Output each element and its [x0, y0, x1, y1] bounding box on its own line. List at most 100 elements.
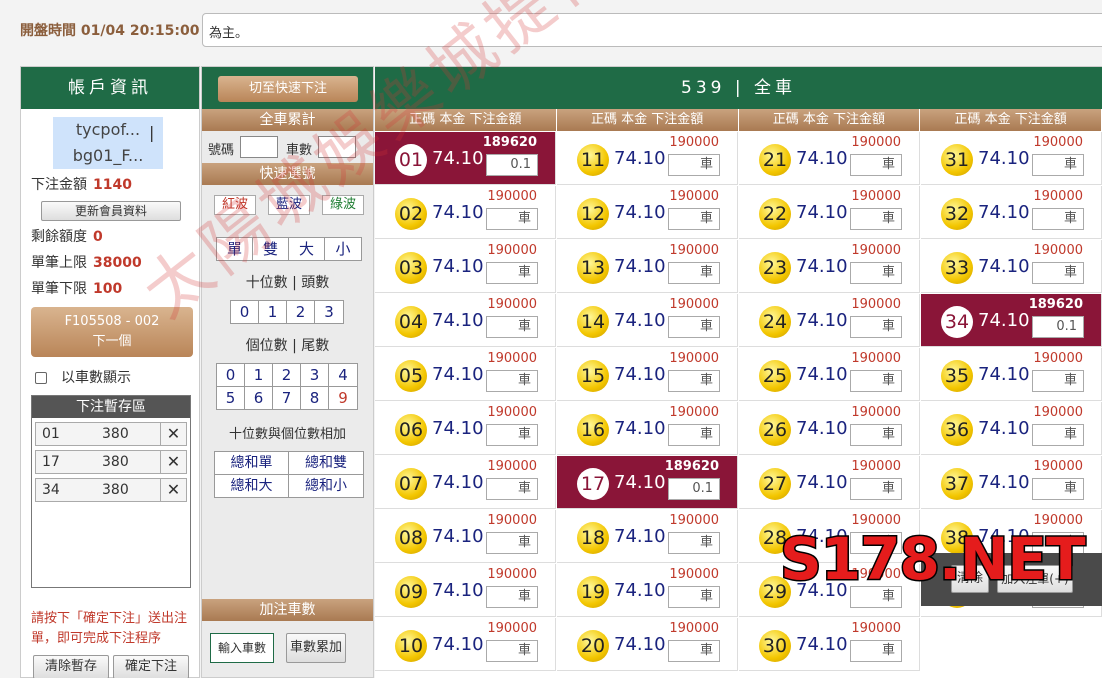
number-ball[interactable]: 18 — [577, 522, 609, 554]
number-ball[interactable]: 12 — [577, 198, 609, 230]
bet-amount-input[interactable]: 車 — [486, 586, 538, 608]
even-button[interactable]: 雙 — [253, 238, 289, 260]
number-cell-10[interactable]: 10 74.10 190000 車 — [375, 618, 556, 671]
number-cell-13[interactable]: 13 74.10 190000 車 — [557, 240, 738, 293]
bet-amount-input[interactable]: 車 — [668, 208, 720, 230]
number-ball[interactable]: 29 — [759, 576, 791, 608]
bet-amount-input[interactable]: 車 — [850, 532, 902, 554]
units-5-button[interactable]: 5 — [217, 387, 245, 409]
number-ball[interactable]: 27 — [759, 468, 791, 500]
bet-amount-input[interactable]: 車 — [1032, 424, 1084, 446]
bet-amount-input[interactable]: 車 — [850, 316, 902, 338]
confirm-bet-button[interactable]: 確定下注 — [113, 655, 189, 678]
bet-amount-input[interactable]: 車 — [850, 424, 902, 446]
remove-staged-bet-icon[interactable]: ✕ — [160, 423, 186, 445]
number-cell-12[interactable]: 12 74.10 190000 車 — [557, 186, 738, 239]
number-cell-29[interactable]: 29 74.10 190000 車 — [739, 564, 920, 617]
bet-amount-input[interactable]: 車 — [850, 262, 902, 284]
number-ball[interactable]: 05 — [395, 360, 427, 392]
number-cell-25[interactable]: 25 74.10 190000 車 — [739, 348, 920, 401]
number-ball[interactable]: 21 — [759, 144, 791, 176]
bet-amount-input[interactable]: 車 — [486, 532, 538, 554]
bet-amount-input[interactable]: 車 — [668, 424, 720, 446]
bet-amount-input[interactable]: 車 — [1032, 370, 1084, 392]
number-cell-06[interactable]: 06 74.10 190000 車 — [375, 402, 556, 455]
update-member-button[interactable]: 更新會員資料 — [41, 201, 181, 221]
bet-amount-input[interactable]: 車 — [486, 424, 538, 446]
units-7-button[interactable]: 7 — [273, 387, 301, 409]
number-cell-04[interactable]: 04 74.10 190000 車 — [375, 294, 556, 347]
number-input[interactable] — [240, 136, 278, 158]
number-cell-31[interactable]: 31 74.10 190000 車 — [921, 132, 1102, 185]
sum-even-button[interactable]: 總和雙 — [289, 452, 363, 474]
bet-amount-input[interactable]: 車 — [486, 478, 538, 500]
number-ball[interactable]: 36 — [941, 414, 973, 446]
bet-amount-input[interactable]: 車 — [850, 640, 902, 662]
bet-amount-input[interactable]: 車 — [850, 370, 902, 392]
number-cell-30[interactable]: 30 74.10 190000 車 — [739, 618, 920, 671]
number-ball[interactable]: 17 — [577, 468, 609, 500]
units-0-button[interactable]: 0 — [217, 364, 245, 386]
number-ball[interactable]: 23 — [759, 252, 791, 284]
number-cell-22[interactable]: 22 74.10 190000 車 — [739, 186, 920, 239]
number-cell-37[interactable]: 37 74.10 190000 車 — [921, 456, 1102, 509]
number-cell-27[interactable]: 27 74.10 190000 車 — [739, 456, 920, 509]
add-count-button[interactable]: 車數累加 — [286, 633, 346, 663]
add-to-order-button[interactable]: 加入注單(+) — [997, 565, 1073, 593]
tens-1-button[interactable]: 1 — [259, 301, 287, 323]
bet-amount-input[interactable]: 0.1 — [486, 154, 538, 176]
number-cell-11[interactable]: 11 74.10 190000 車 — [557, 132, 738, 185]
number-cell-03[interactable]: 03 74.10 190000 車 — [375, 240, 556, 293]
number-ball[interactable]: 19 — [577, 576, 609, 608]
units-1-button[interactable]: 1 — [245, 364, 273, 386]
number-ball[interactable]: 15 — [577, 360, 609, 392]
bet-amount-input[interactable]: 車 — [1032, 478, 1084, 500]
bet-amount-input[interactable]: 車 — [1032, 532, 1084, 554]
units-4-button[interactable]: 4 — [329, 364, 357, 386]
number-ball[interactable]: 04 — [395, 306, 427, 338]
number-cell-15[interactable]: 15 74.10 190000 車 — [557, 348, 738, 401]
number-ball[interactable]: 37 — [941, 468, 973, 500]
number-ball[interactable]: 22 — [759, 198, 791, 230]
big-button[interactable]: 大 — [289, 238, 325, 260]
number-ball[interactable]: 35 — [941, 360, 973, 392]
number-ball[interactable]: 09 — [395, 576, 427, 608]
number-cell-05[interactable]: 05 74.10 190000 車 — [375, 348, 556, 401]
bet-amount-input[interactable]: 車 — [850, 478, 902, 500]
bet-amount-input[interactable]: 0.1 — [1032, 316, 1084, 338]
number-ball[interactable]: 01 — [395, 144, 427, 176]
number-cell-01[interactable]: 01 74.10 189620 0.1 — [375, 132, 556, 185]
blue-wave-button[interactable]: 藍波 — [268, 195, 310, 215]
bet-amount-input[interactable]: 車 — [1032, 154, 1084, 176]
number-ball[interactable]: 13 — [577, 252, 609, 284]
small-button[interactable]: 小 — [325, 238, 361, 260]
number-ball[interactable]: 28 — [759, 522, 791, 554]
number-ball[interactable]: 16 — [577, 414, 609, 446]
sum-small-button[interactable]: 總和小 — [289, 475, 363, 497]
number-ball[interactable]: 33 — [941, 252, 973, 284]
number-ball[interactable]: 38 — [941, 522, 973, 554]
bet-amount-input[interactable]: 車 — [486, 640, 538, 662]
number-cell-02[interactable]: 02 74.10 190000 車 — [375, 186, 556, 239]
bet-amount-input[interactable]: 車 — [850, 208, 902, 230]
number-cell-35[interactable]: 35 74.10 190000 車 — [921, 348, 1102, 401]
units-8-button[interactable]: 8 — [301, 387, 329, 409]
number-ball[interactable]: 20 — [577, 630, 609, 662]
number-ball[interactable]: 10 — [395, 630, 427, 662]
bet-amount-input[interactable]: 車 — [668, 532, 720, 554]
red-wave-button[interactable]: 紅波 — [214, 195, 256, 215]
number-ball[interactable]: 24 — [759, 306, 791, 338]
bet-amount-input[interactable]: 車 — [1032, 208, 1084, 230]
units-6-button[interactable]: 6 — [245, 387, 273, 409]
number-cell-09[interactable]: 09 74.10 190000 車 — [375, 564, 556, 617]
number-cell-07[interactable]: 07 74.10 190000 車 — [375, 456, 556, 509]
bet-amount-input[interactable]: 車 — [668, 154, 720, 176]
number-cell-33[interactable]: 33 74.10 190000 車 — [921, 240, 1102, 293]
number-cell-34[interactable]: 34 74.10 189620 0.1 — [921, 294, 1102, 347]
bet-amount-input[interactable]: 車 — [850, 154, 902, 176]
number-cell-18[interactable]: 18 74.10 190000 車 — [557, 510, 738, 563]
bet-amount-input[interactable]: 車 — [668, 586, 720, 608]
odd-button[interactable]: 單 — [217, 238, 253, 260]
number-cell-28[interactable]: 28 74.10 190000 車 — [739, 510, 920, 563]
remove-staged-bet-icon[interactable]: ✕ — [160, 479, 186, 501]
